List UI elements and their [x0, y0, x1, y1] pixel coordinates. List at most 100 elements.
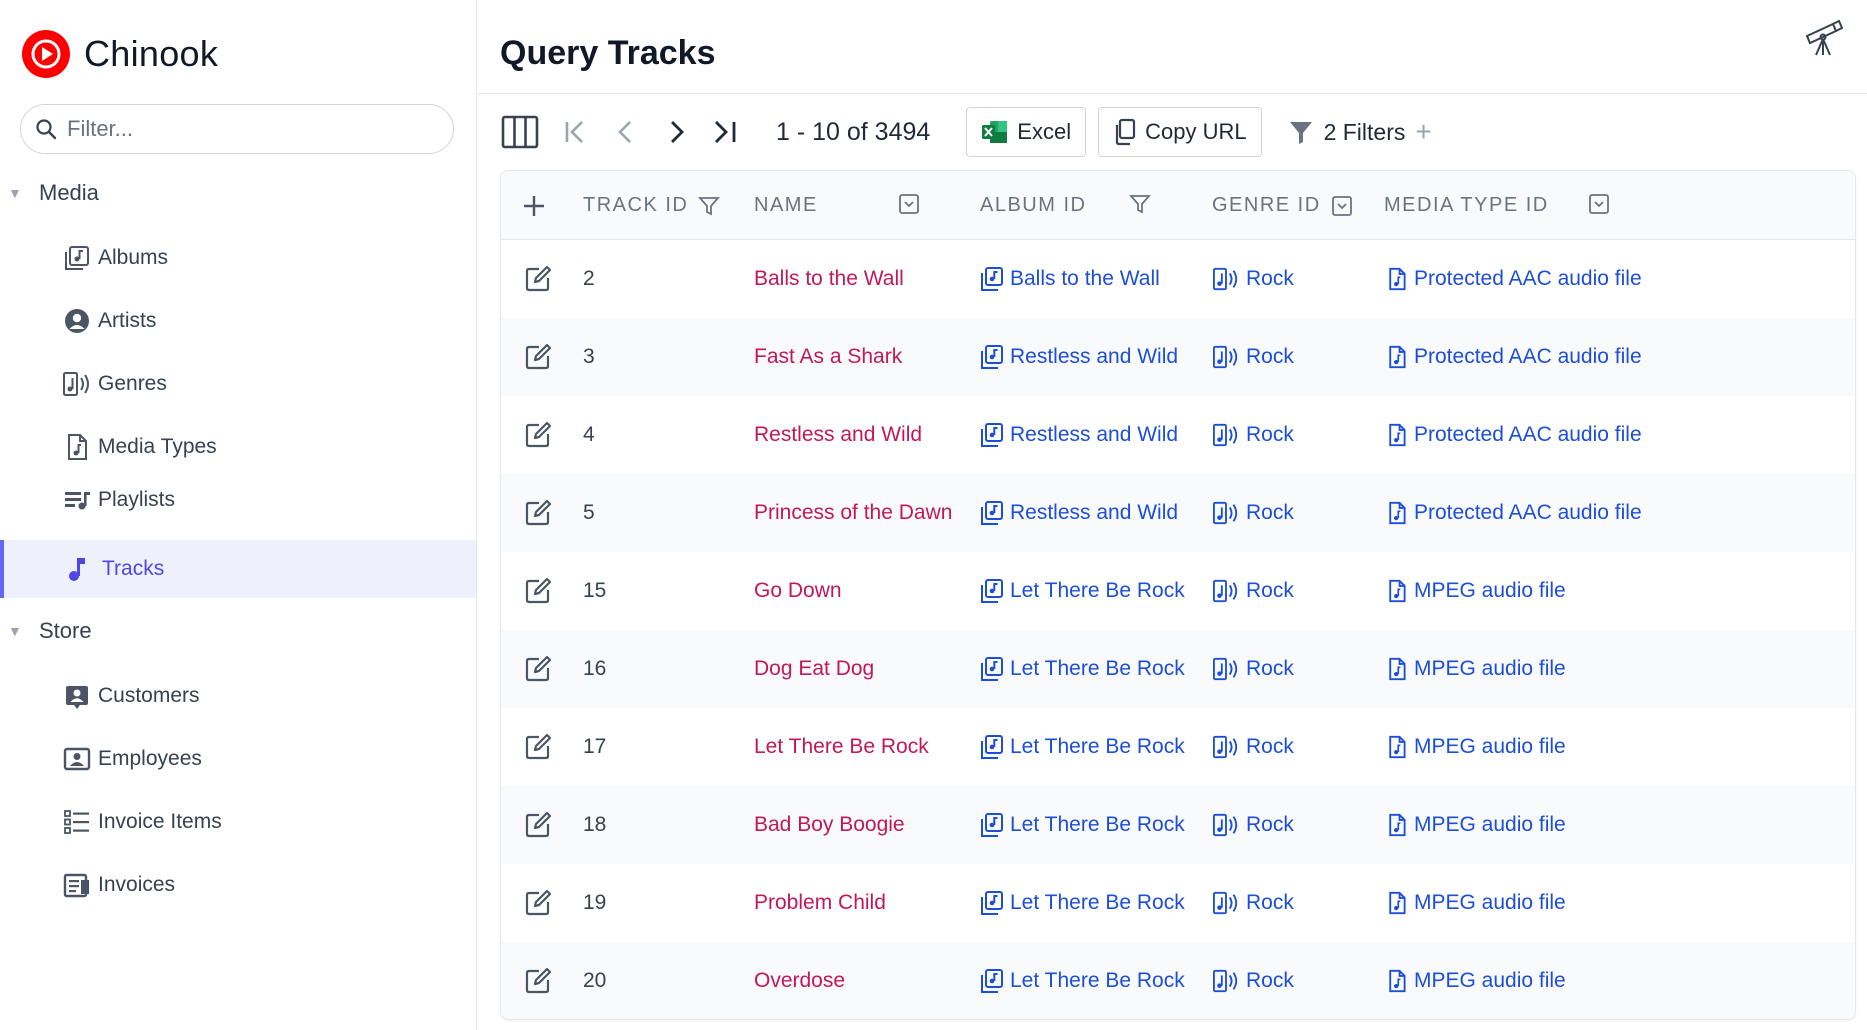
sort-dropdown-icon[interactable]	[1331, 195, 1353, 217]
sidebar-item-employees[interactable]: Employees	[0, 730, 476, 788]
genre-name[interactable]: Rock	[1246, 345, 1294, 369]
media-type-link[interactable]: MPEG audio file	[1386, 630, 1566, 708]
genre-name[interactable]: Rock	[1246, 969, 1294, 993]
genre-link[interactable]: Rock	[1212, 942, 1294, 1019]
edit-icon[interactable]	[523, 810, 553, 840]
track-name-cell[interactable]: Bad Boy Boogie	[754, 786, 905, 864]
genre-link[interactable]: Rock	[1212, 864, 1294, 942]
track-name-cell[interactable]: Let There Be Rock	[754, 708, 929, 786]
sidebar-filter-input[interactable]	[67, 116, 427, 142]
filter-icon[interactable]	[1129, 193, 1151, 220]
sidebar-item-invoices[interactable]: Invoices	[0, 856, 476, 914]
column-header-media-type-id[interactable]: MEDIA TYPE ID	[1384, 171, 1549, 240]
edit-icon[interactable]	[523, 576, 553, 606]
album-name[interactable]: Balls to the Wall	[1010, 267, 1160, 291]
album-link[interactable]: Let There Be Rock	[980, 942, 1185, 1019]
edit-icon[interactable]	[523, 888, 553, 918]
genre-link[interactable]: Rock	[1212, 786, 1294, 864]
first-page-icon[interactable]	[554, 110, 598, 154]
album-name[interactable]: Let There Be Rock	[1010, 579, 1185, 603]
sort-dropdown-icon[interactable]	[1588, 193, 1610, 220]
album-name[interactable]: Let There Be Rock	[1010, 813, 1185, 837]
column-header-track-id[interactable]: TRACK ID	[583, 171, 721, 240]
nav-group-media[interactable]: ▼ Media	[0, 173, 476, 213]
media-type-name[interactable]: MPEG audio file	[1414, 969, 1566, 993]
column-header-genre-id[interactable]: GENRE ID	[1212, 171, 1353, 240]
filter-icon[interactable]	[698, 195, 721, 217]
track-name[interactable]: Princess of the Dawn	[754, 501, 952, 525]
genre-link[interactable]: Rock	[1212, 318, 1294, 396]
genre-link[interactable]: Rock	[1212, 552, 1294, 630]
edit-icon[interactable]	[523, 498, 553, 528]
column-header-album-id[interactable]: ALBUM ID	[980, 171, 1086, 240]
next-page-icon[interactable]	[654, 110, 698, 154]
album-link[interactable]: Balls to the Wall	[980, 240, 1160, 318]
track-name-cell[interactable]: Go Down	[754, 552, 842, 630]
add-filter-button[interactable]: +	[1415, 116, 1431, 148]
filters-toggle[interactable]: 2 Filters +	[1288, 116, 1432, 148]
media-type-link[interactable]: Protected AAC audio file	[1386, 474, 1642, 552]
previous-page-icon[interactable]	[604, 110, 648, 154]
album-link[interactable]: Let There Be Rock	[980, 786, 1185, 864]
edit-icon[interactable]	[523, 732, 553, 762]
genre-link[interactable]: Rock	[1212, 708, 1294, 786]
genre-name[interactable]: Rock	[1246, 813, 1294, 837]
media-type-name[interactable]: Protected AAC audio file	[1414, 423, 1642, 447]
media-type-link[interactable]: MPEG audio file	[1386, 864, 1566, 942]
excel-button[interactable]: Excel	[966, 107, 1087, 157]
media-type-name[interactable]: Protected AAC audio file	[1414, 267, 1642, 291]
media-type-name[interactable]: MPEG audio file	[1414, 579, 1566, 603]
track-name[interactable]: Overdose	[754, 969, 845, 993]
genre-name[interactable]: Rock	[1246, 657, 1294, 681]
album-link[interactable]: Let There Be Rock	[980, 630, 1185, 708]
columns-icon[interactable]	[498, 110, 542, 154]
media-type-link[interactable]: Protected AAC audio file	[1386, 396, 1642, 474]
genre-link[interactable]: Rock	[1212, 474, 1294, 552]
track-name-cell[interactable]: Restless and Wild	[754, 396, 922, 474]
edit-icon[interactable]	[523, 420, 553, 450]
add-row-button[interactable]	[521, 171, 547, 240]
media-type-name[interactable]: MPEG audio file	[1414, 735, 1566, 759]
media-type-name[interactable]: Protected AAC audio file	[1414, 501, 1642, 525]
track-name-cell[interactable]: Problem Child	[754, 864, 886, 942]
track-name[interactable]: Let There Be Rock	[754, 735, 929, 759]
album-link[interactable]: Let There Be Rock	[980, 708, 1185, 786]
genre-link[interactable]: Rock	[1212, 240, 1294, 318]
media-type-name[interactable]: Protected AAC audio file	[1414, 345, 1642, 369]
album-link[interactable]: Let There Be Rock	[980, 864, 1185, 942]
sidebar-item-customers[interactable]: Customers	[0, 667, 476, 725]
track-name[interactable]: Dog Eat Dog	[754, 657, 874, 681]
sidebar-item-media-types[interactable]: Media Types	[0, 418, 476, 476]
album-name[interactable]: Let There Be Rock	[1010, 735, 1185, 759]
edit-icon[interactable]	[523, 654, 553, 684]
album-name[interactable]: Let There Be Rock	[1010, 969, 1185, 993]
genre-name[interactable]: Rock	[1246, 267, 1294, 291]
track-name[interactable]: Balls to the Wall	[754, 267, 904, 291]
media-type-name[interactable]: MPEG audio file	[1414, 813, 1566, 837]
track-name-cell[interactable]: Fast As a Shark	[754, 318, 902, 396]
album-name[interactable]: Let There Be Rock	[1010, 891, 1185, 915]
track-name[interactable]: Go Down	[754, 579, 842, 603]
edit-icon[interactable]	[523, 966, 553, 996]
copy-url-button[interactable]: Copy URL	[1098, 107, 1262, 157]
media-type-link[interactable]: Protected AAC audio file	[1386, 240, 1642, 318]
genre-name[interactable]: Rock	[1246, 501, 1294, 525]
track-name-cell[interactable]: Overdose	[754, 942, 845, 1019]
media-type-link[interactable]: MPEG audio file	[1386, 552, 1566, 630]
edit-icon[interactable]	[523, 342, 553, 372]
media-type-link[interactable]: MPEG audio file	[1386, 786, 1566, 864]
column-header-name[interactable]: NAME	[754, 171, 818, 240]
nav-group-store[interactable]: ▼ Store	[0, 611, 476, 651]
sort-dropdown-icon[interactable]	[898, 193, 920, 220]
sidebar-item-playlists[interactable]: Playlists	[0, 471, 476, 529]
album-name[interactable]: Restless and Wild	[1010, 501, 1178, 525]
genre-link[interactable]: Rock	[1212, 630, 1294, 708]
sidebar-item-artists[interactable]: Artists	[0, 292, 476, 350]
sidebar-item-albums[interactable]: Albums	[0, 229, 476, 287]
track-name[interactable]: Restless and Wild	[754, 423, 922, 447]
album-name[interactable]: Restless and Wild	[1010, 423, 1178, 447]
album-name[interactable]: Let There Be Rock	[1010, 657, 1185, 681]
track-name[interactable]: Bad Boy Boogie	[754, 813, 905, 837]
album-name[interactable]: Restless and Wild	[1010, 345, 1178, 369]
telescope-icon[interactable]	[1803, 18, 1844, 58]
